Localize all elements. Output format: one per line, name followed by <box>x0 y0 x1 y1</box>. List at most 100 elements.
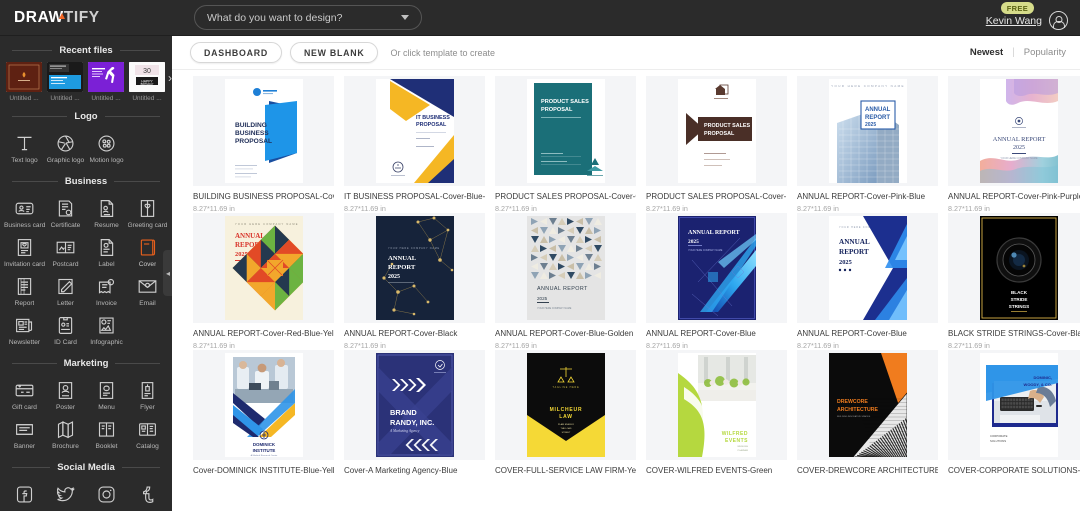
recent-file[interactable]: 30HAPPYBIRTHDAY Untitled ... <box>129 62 165 102</box>
template-thumbnail[interactable]: WILFRED EVENTS WEDDING PLANNER <box>646 350 787 460</box>
template-card[interactable]: YOUR HERE COMPANY NAME ANNUAL REPORT 202… <box>188 213 339 350</box>
user-zone: FREE Kevin Wang <box>986 0 1068 36</box>
template-thumbnail[interactable]: ANNUAL REPORT 2025 YOUR HERE COMPANY NAM… <box>948 76 1080 186</box>
template-thumbnail[interactable]: PRODUCT SALES PROPOSAL <box>646 76 787 186</box>
template-card[interactable]: DREWCORE ARCHITECTURE BUILDING INNOVATIV… <box>792 350 943 478</box>
sidebar-item-resume[interactable]: Resume <box>86 193 127 232</box>
section-title-social-media: Social Media <box>0 462 172 473</box>
template-thumbnail[interactable]: DOMINICK INSTITUTE A Medical Research Ce… <box>193 350 334 460</box>
sidebar-item-certificate[interactable]: Certificate <box>45 193 86 232</box>
sidebar-item-graphic-logo[interactable]: Graphic logo <box>45 128 86 167</box>
recent-file-thumbnail[interactable] <box>88 62 124 92</box>
user-name-link[interactable]: Kevin Wang <box>986 15 1042 27</box>
sidebar-item-report[interactable]: Report <box>4 271 45 310</box>
recent-file-caption: Untitled ... <box>6 95 42 102</box>
template-card[interactable]: YOUR HERE COMPANY NAME ANNUAL REPORT 202… <box>339 213 490 350</box>
new-blank-button[interactable]: NEW BLANK <box>290 42 379 63</box>
template-card[interactable]: BLACK STRIDE STRINGS BLACK STRIDE STRING… <box>943 213 1080 350</box>
sidebar-item-brochure[interactable]: Brochure <box>45 414 86 453</box>
template-card[interactable]: IT BUSINESS PROPOSAL IT BUSINESS PROPOSA… <box>339 76 490 213</box>
sidebar-item-gift-card[interactable]: Gift card <box>4 375 45 414</box>
sidebar-item-label: Text logo <box>11 157 37 164</box>
recent-file[interactable]: Untitled ... <box>88 62 124 102</box>
section-title-marketing: Marketing <box>0 358 172 369</box>
sidebar-item-invitation-card[interactable]: Invitation card <box>4 232 45 271</box>
template-card[interactable]: YOUR HERE COMPANY NAME ANNUAL REPORT 202… <box>792 213 943 350</box>
svg-text:ARCHITECTURE: ARCHITECTURE <box>837 407 878 413</box>
sidebar-item-infographic[interactable]: Infographic <box>86 310 127 349</box>
template-card[interactable]: PRODUCT SALES PROPOSAL PRODUCT SALES PRO… <box>641 76 792 213</box>
template-card[interactable]: BRAND RANDY, INC. A Marketing Agency Cov… <box>339 350 490 478</box>
template-card[interactable]: DOMINICK INSTITUTE A Medical Research Ce… <box>188 350 339 478</box>
section-items-0: Text logo Graphic logo Motion logo <box>0 128 172 167</box>
template-thumbnail[interactable]: YOUR HERE COMPANY NAME ANNUAL REPORT 202… <box>797 213 938 323</box>
sort-newest[interactable]: Newest <box>970 47 1003 58</box>
template-artwork: DREWCORE ARCHITECTURE BUILDING INNOVATIV… <box>829 353 907 457</box>
template-card[interactable]: WILFRED EVENTS WEDDING PLANNER COVER-WIL… <box>641 350 792 478</box>
gift-card-icon <box>14 380 35 401</box>
divider-line <box>12 363 57 364</box>
template-thumbnail[interactable]: DOMINIC, WOODY, & CO. CORPORATE SOLUTION… <box>948 350 1080 460</box>
sidebar-item-letter[interactable]: Letter <box>45 271 86 310</box>
template-thumbnail[interactable]: BUILDING BUSINESS PROPOSAL <box>193 76 334 186</box>
sidebar-item-twitter-icon[interactable] <box>45 479 86 511</box>
template-size: 8.27*11.69 in <box>797 204 938 213</box>
recent-file-thumbnail[interactable]: 30HAPPYBIRTHDAY <box>129 62 165 92</box>
sidebar-item-menu[interactable]: Menu <box>86 375 127 414</box>
sidebar-item-label[interactable]: Label <box>86 232 127 271</box>
avatar-icon[interactable] <box>1049 11 1068 30</box>
sidebar-item-booklet[interactable]: Booklet <box>86 414 127 453</box>
sidebar-item-email[interactable]: Email <box>127 271 168 310</box>
template-thumbnail[interactable]: TAGLINE HERE MILCHEUR LAW PLAIN ENERGY T… <box>495 350 636 460</box>
sidebar-item-catalog[interactable]: Catalog <box>127 414 168 453</box>
sidebar-item-banner[interactable]: Banner <box>4 414 45 453</box>
template-thumbnail[interactable]: YOUR HERE COMPANY NAME ANNUAL REPORT 202… <box>797 76 938 186</box>
sidebar-item-business-card[interactable]: Business card <box>4 193 45 232</box>
section-title-business: Business <box>0 176 172 187</box>
recent-file[interactable]: Untitled ... <box>6 62 42 102</box>
recent-file-thumbnail[interactable] <box>47 62 83 92</box>
template-thumbnail[interactable]: BRAND RANDY, INC. A Marketing Agency <box>344 350 485 460</box>
dashboard-button[interactable]: DASHBOARD <box>190 42 282 63</box>
template-thumbnail[interactable]: DREWCORE ARCHITECTURE BUILDING INNOVATIV… <box>797 350 938 460</box>
template-card[interactable]: ANNUAL REPORT 2025 YOUR HERE COMPANY NAM… <box>490 213 641 350</box>
sidebar-item-motion-logo[interactable]: Motion logo <box>86 128 127 167</box>
template-thumbnail[interactable]: ANNUAL REPORT 2025 YOUR HERE COMPANY NAM… <box>495 213 636 323</box>
postcard-icon <box>55 237 76 258</box>
sidebar-item-newsletter[interactable]: Newsletter <box>4 310 45 349</box>
sidebar-item-instagram-icon[interactable] <box>86 479 127 511</box>
template-title: COVER-CORPORATE SOLUTIONS-Blue <box>948 466 1080 475</box>
sidebar-item-postcard[interactable]: Postcard <box>45 232 86 271</box>
template-thumbnail[interactable]: PRODUCT SALES PROPOSAL <box>495 76 636 186</box>
template-card[interactable]: ANNUAL REPORT 2025 YOUR HERE COMPANY NAM… <box>641 213 792 350</box>
template-thumbnail[interactable]: IT BUSINESS PROPOSAL <box>344 76 485 186</box>
recent-file[interactable]: Untitled ... <box>47 62 83 102</box>
sidebar-item-greeting-card[interactable]: Greeting card <box>127 193 168 232</box>
sidebar-item-poster[interactable]: Poster <box>45 375 86 414</box>
template-card[interactable]: BUILDING BUSINESS PROPOSAL BUILDING BUSI… <box>188 76 339 213</box>
template-card[interactable]: TAGLINE HERE MILCHEUR LAW PLAIN ENERGY T… <box>490 350 641 478</box>
sidebar-item-cover[interactable]: Cover <box>127 232 168 271</box>
template-title: ANNUAL REPORT-Cover-Blue-Golden <box>495 329 636 338</box>
sidebar-item-tumblr-icon[interactable] <box>127 479 168 511</box>
app-logo[interactable]: DRAWTIFY <box>0 9 172 27</box>
sidebar-item-flyer[interactable]: Flyer <box>127 375 168 414</box>
sidebar-item-facebook-icon[interactable] <box>4 479 45 511</box>
template-thumbnail[interactable]: YOUR HERE COMPANY NAME ANNUAL REPORT 202… <box>344 213 485 323</box>
template-thumbnail[interactable]: BLACK STRIDE STRINGS <box>948 213 1080 323</box>
template-thumbnail[interactable]: YOUR HERE COMPANY NAME ANNUAL REPORT 202… <box>193 213 334 323</box>
sort-popularity[interactable]: Popularity <box>1024 47 1066 58</box>
template-card[interactable]: DOMINIC, WOODY, & CO. CORPORATE SOLUTION… <box>943 350 1080 478</box>
template-card[interactable]: ANNUAL REPORT 2025 YOUR HERE COMPANY NAM… <box>943 76 1080 213</box>
design-search-dropdown[interactable]: What do you want to design? <box>194 5 422 30</box>
recent-file-thumbnail[interactable] <box>6 62 42 92</box>
template-size: 8.27*11.69 in <box>797 341 938 350</box>
sidebar-item-invoice[interactable]: Invoice <box>86 271 127 310</box>
template-title: Cover-A Marketing Agency-Blue <box>344 466 485 475</box>
template-thumbnail[interactable]: ANNUAL REPORT 2025 YOUR HERE COMPANY NAM… <box>646 213 787 323</box>
template-card[interactable]: PRODUCT SALES PROPOSAL PRODUCT SALES PRO… <box>490 76 641 213</box>
sidebar-collapse-handle[interactable]: ◂ <box>163 250 172 296</box>
sidebar-item-id-card[interactable]: ID Card <box>45 310 86 349</box>
template-card[interactable]: YOUR HERE COMPANY NAME ANNUAL REPORT 202… <box>792 76 943 213</box>
sidebar-item-text-logo[interactable]: Text logo <box>4 128 45 167</box>
